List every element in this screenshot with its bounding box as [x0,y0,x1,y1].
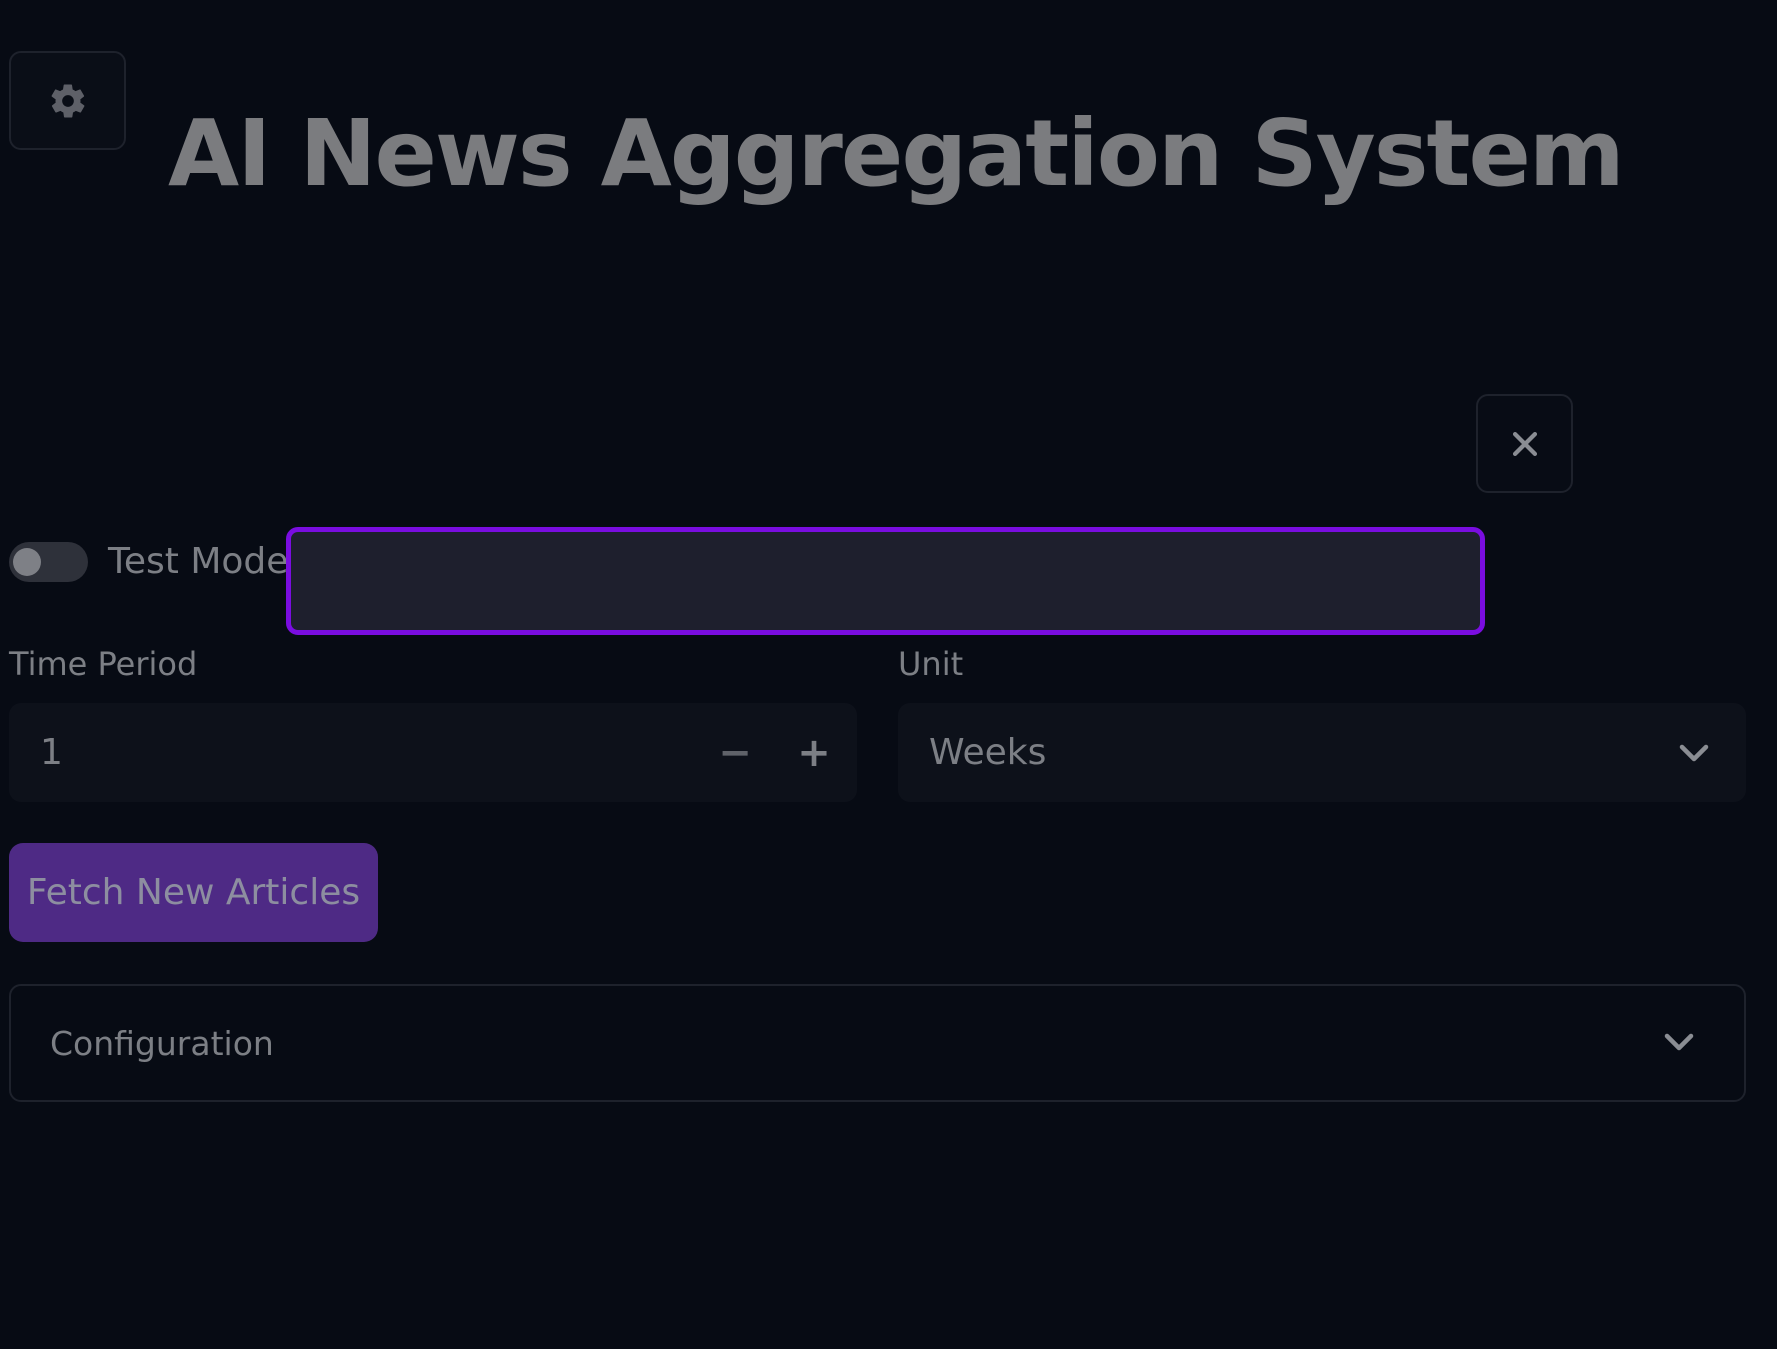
minus-icon: − [718,730,752,776]
settings-button[interactable] [9,51,126,150]
close-button[interactable] [1476,394,1573,493]
gear-icon [51,83,84,118]
time-period-value: 1 [40,732,63,773]
unit-label: Unit [898,645,964,683]
test-mode-input[interactable] [286,527,1485,635]
increment-button[interactable]: + [786,723,842,783]
test-mode-label: Test Mode [108,541,289,582]
time-period-label: Time Period [9,645,198,683]
close-icon [1512,431,1537,456]
unit-selected-value: Weeks [929,732,1047,773]
page-title: AI News Aggregation System [168,100,1625,207]
fetch-articles-button[interactable]: Fetch New Articles [9,843,378,942]
chevron-down-icon [1664,1033,1694,1051]
chevron-down-icon [1679,744,1709,762]
decrement-button[interactable]: − [707,723,763,783]
configuration-label: Configuration [50,1024,274,1063]
toggle-knob [13,548,41,576]
plus-icon: + [797,730,831,776]
